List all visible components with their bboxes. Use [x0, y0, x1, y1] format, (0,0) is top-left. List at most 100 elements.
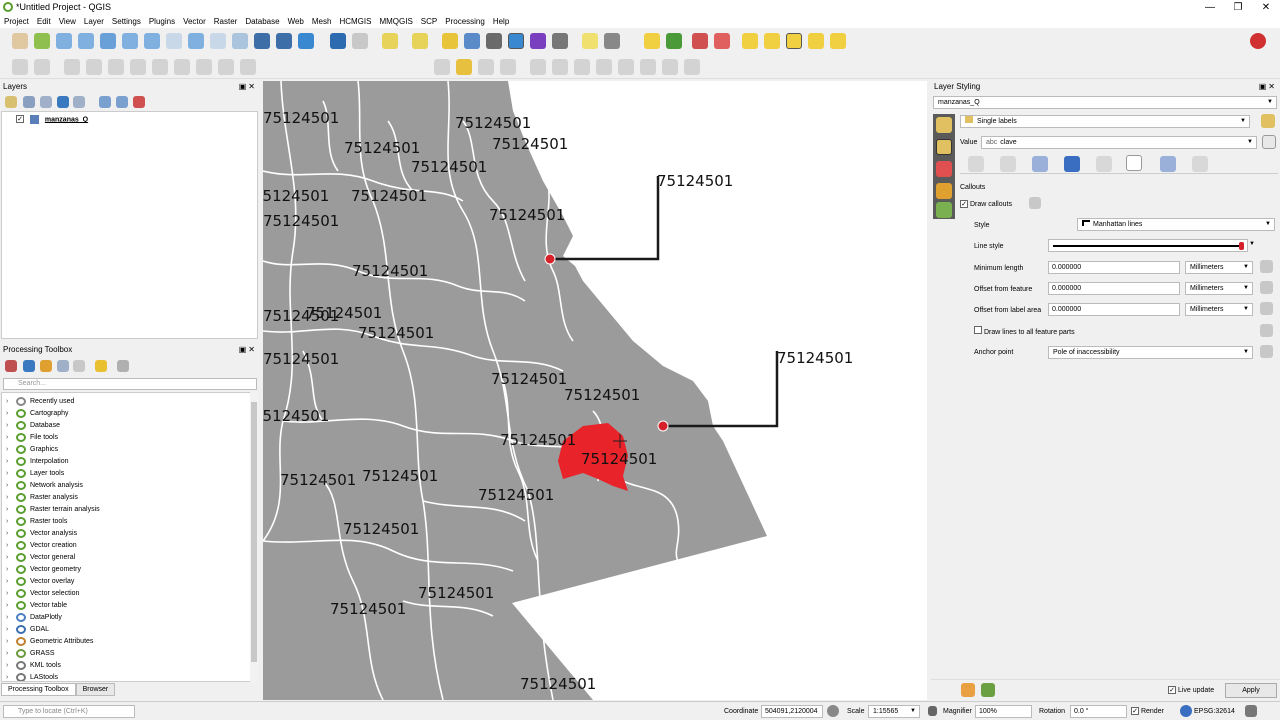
processing-group-item[interactable]: › File tools — [6, 432, 58, 444]
expand-arrow-icon[interactable]: › — [6, 564, 16, 576]
processing-group-item[interactable]: › Network analysis — [6, 480, 83, 492]
processing-options-icon[interactable] — [117, 360, 129, 372]
label-toolbar-icon[interactable] — [644, 33, 660, 49]
new-map-view-icon[interactable] — [232, 33, 248, 49]
menu-project[interactable]: Project — [0, 15, 33, 28]
layer-select[interactable]: manzanas_Q ▼ — [933, 96, 1277, 109]
expand-arrow-icon[interactable]: › — [6, 648, 16, 660]
draw-all-parts-checkbox[interactable] — [974, 326, 982, 334]
paste-features-icon[interactable] — [196, 59, 212, 75]
expand-arrow-icon[interactable]: › — [6, 672, 16, 681]
label-change-icon[interactable] — [786, 33, 802, 49]
processing-group-item[interactable]: › DataPlotly — [6, 612, 62, 624]
crs-globe-icon[interactable] — [1180, 705, 1192, 717]
menu-vector[interactable]: Vector — [179, 15, 210, 28]
edit-features-inplace-icon[interactable] — [95, 360, 107, 372]
rotation-field[interactable]: 0.0 ° — [1070, 705, 1127, 718]
zoom-in-icon[interactable] — [56, 33, 72, 49]
min-length-unit-select[interactable]: Millimeters ▼ — [1185, 261, 1253, 274]
dock-buttons[interactable]: ▣✕ — [239, 345, 257, 354]
menu-help[interactable]: Help — [489, 15, 513, 28]
add-group-icon[interactable] — [23, 96, 35, 108]
expand-arrow-icon[interactable]: › — [6, 612, 16, 624]
filter-legend-icon[interactable] — [57, 96, 69, 108]
offset-feature-unit-select[interactable]: Millimeters ▼ — [1185, 282, 1253, 295]
offset-label-area-unit-select[interactable]: Millimeters ▼ — [1185, 303, 1253, 316]
anchor-point-override-icon[interactable] — [1260, 345, 1273, 358]
menu-edit[interactable]: Edit — [33, 15, 55, 28]
rendering-tab-icon[interactable] — [1192, 156, 1208, 172]
zoom-layer-icon[interactable] — [144, 33, 160, 49]
callout-style-select[interactable]: Manhattan lines ▼ — [1077, 218, 1275, 231]
shadow-tab-icon[interactable] — [1096, 156, 1112, 172]
expand-arrow-icon[interactable]: › — [6, 396, 16, 408]
processing-group-item[interactable]: › Vector general — [6, 552, 75, 564]
reshape-icon[interactable] — [500, 59, 516, 75]
undo-edit-icon[interactable] — [662, 59, 678, 75]
value-expression-field[interactable]: abc clave ▼ — [981, 136, 1257, 149]
expand-arrow-icon[interactable]: › — [6, 636, 16, 648]
menu-web[interactable]: Web — [284, 15, 308, 28]
processing-group-item[interactable]: › Raster terrain analysis — [6, 504, 100, 516]
processing-group-item[interactable]: › Raster tools — [6, 516, 67, 528]
render-checkbox[interactable]: ✓ — [1131, 707, 1139, 715]
processing-group-item[interactable]: › GDAL — [6, 624, 49, 636]
draw-callouts-checkbox[interactable]: ✓ — [960, 200, 968, 208]
results-icon[interactable] — [73, 360, 85, 372]
expand-arrow-icon[interactable]: › — [6, 600, 16, 612]
layer-style-icon[interactable] — [5, 96, 17, 108]
processing-group-item[interactable]: › KML tools — [6, 660, 61, 672]
expand-arrow-icon[interactable]: › — [6, 420, 16, 432]
remove-layer-icon[interactable] — [133, 96, 145, 108]
tab-browser[interactable]: Browser — [75, 683, 116, 696]
split-icon[interactable] — [530, 59, 546, 75]
digitize-shape-icon[interactable] — [434, 59, 450, 75]
diagram-move-icon[interactable] — [808, 33, 824, 49]
history-tab-icon[interactable] — [936, 202, 952, 218]
expand-all-icon[interactable] — [99, 96, 111, 108]
anchor-point-select[interactable]: Pole of inaccessibility ▼ — [1048, 346, 1253, 359]
show-bookmarks-icon[interactable] — [276, 33, 292, 49]
label-rotate-icon[interactable] — [764, 33, 780, 49]
draw-callouts-row[interactable]: ✓ Draw callouts — [960, 199, 1012, 210]
run-action-icon[interactable] — [352, 33, 368, 49]
offset-label-area-override-icon[interactable] — [1260, 302, 1273, 315]
processing-group-item[interactable]: › Vector table — [6, 600, 67, 612]
expand-arrow-icon[interactable]: › — [6, 432, 16, 444]
symbology-tab-icon[interactable] — [936, 117, 952, 133]
render-row[interactable]: ✓ Render — [1131, 706, 1164, 717]
magnet-icon[interactable] — [1250, 33, 1266, 49]
line-style-dropdown-icon[interactable]: ▼ — [1249, 241, 1255, 247]
delete-selected-icon[interactable] — [130, 59, 146, 75]
bookmark-icon[interactable] — [254, 33, 270, 49]
expand-arrow-icon[interactable]: › — [6, 492, 16, 504]
min-length-override-icon[interactable] — [1260, 260, 1273, 273]
scale-select[interactable]: 1:15565 ▼ — [868, 705, 920, 718]
menu-settings[interactable]: Settings — [108, 15, 145, 28]
collapse-all-icon[interactable] — [116, 96, 128, 108]
processing-group-item[interactable]: › Vector selection — [6, 588, 79, 600]
draw-all-parts-override-icon[interactable] — [1260, 324, 1273, 337]
processing-group-item[interactable]: › Vector overlay — [6, 576, 74, 588]
vertex-tool-icon[interactable] — [108, 59, 124, 75]
dock-buttons[interactable]: ▣✕ — [239, 82, 257, 91]
select-features-icon[interactable] — [382, 33, 398, 49]
lock-scale-icon[interactable] — [928, 706, 937, 716]
layer-name[interactable]: manzanas_Q — [45, 116, 88, 123]
placement-tab-icon[interactable] — [1160, 156, 1176, 172]
toggle-extents-icon[interactable] — [827, 705, 839, 717]
crs-label[interactable]: EPSG:32614 — [1194, 706, 1235, 717]
messages-icon[interactable] — [1245, 705, 1257, 717]
expand-arrow-icon[interactable]: › — [6, 576, 16, 588]
zoom-last-icon[interactable] — [188, 33, 204, 49]
processing-group-item[interactable]: › Recently used — [6, 396, 74, 408]
tab-processing-toolbox[interactable]: Processing Toolbox — [1, 683, 76, 696]
draw-all-parts-row[interactable]: Draw lines to all feature parts — [974, 326, 1075, 338]
models-icon[interactable] — [5, 360, 17, 372]
3d-view-tab-icon[interactable] — [936, 161, 952, 177]
cut-features-icon[interactable] — [152, 59, 168, 75]
menu-hcmgis[interactable]: HCMGIS — [335, 15, 375, 28]
statistics-icon[interactable] — [530, 33, 546, 49]
processing-group-item[interactable]: › Graphics — [6, 444, 58, 456]
menu-view[interactable]: View — [55, 15, 80, 28]
